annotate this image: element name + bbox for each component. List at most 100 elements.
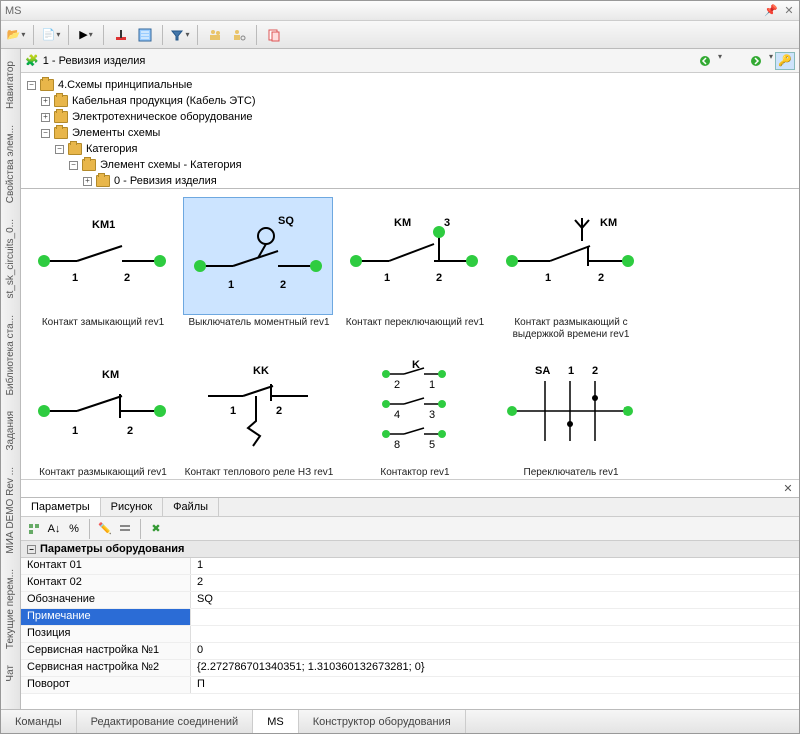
thumbnail[interactable] <box>183 197 333 315</box>
property-row[interactable]: Позиция <box>21 626 799 643</box>
product-icon: 🧩 <box>25 54 39 67</box>
sidebar-tab-vars[interactable]: Текущие перем... <box>3 561 18 657</box>
left-sidebar: Навигатор Свойства элем... st_sk_circuit… <box>1 49 21 709</box>
tree-label: Электротехническое оборудование <box>72 111 253 123</box>
property-grid[interactable]: Контакт 011Контакт 022ОбозначениеSQПриме… <box>21 558 799 709</box>
nav-forward-button[interactable] <box>746 52 766 70</box>
thumbnail[interactable] <box>27 197 177 315</box>
property-tab[interactable]: Параметры <box>21 498 101 516</box>
bottom-tab[interactable]: Редактирование соединений <box>77 710 254 733</box>
property-value[interactable]: SQ <box>191 592 799 608</box>
prop-edit-button[interactable]: ✏️ <box>96 520 114 538</box>
expand-icon[interactable]: − <box>41 129 50 138</box>
property-value[interactable] <box>191 609 799 625</box>
play-button[interactable]: ▶▾ <box>75 24 97 46</box>
thumbnail[interactable] <box>183 347 333 465</box>
property-tab[interactable]: Файлы <box>163 498 219 516</box>
prop-grid-button[interactable] <box>116 520 134 538</box>
sidebar-tab-library[interactable]: Библиотека ста... <box>3 307 18 404</box>
expand-icon[interactable]: − <box>69 161 78 170</box>
new-doc-button[interactable]: 📄▾ <box>40 24 62 46</box>
property-row[interactable]: Сервисная настройка №2{2.272786701340351… <box>21 660 799 677</box>
gallery-item[interactable]: Контактор rev1 <box>339 347 491 479</box>
property-row[interactable]: ОбозначениеSQ <box>21 592 799 609</box>
prop-percent-button[interactable]: % <box>65 520 83 538</box>
property-key: Поворот <box>21 677 191 693</box>
tree-view[interactable]: −4.Схемы принципиальные+Кабельная продук… <box>21 73 799 189</box>
sidebar-tab-chat[interactable]: Чат <box>3 657 18 690</box>
property-row[interactable]: Контакт 011 <box>21 558 799 575</box>
nav-back-button[interactable] <box>695 52 715 70</box>
gallery-item[interactable]: Контакт переключающий rev1 <box>339 197 491 341</box>
nav-folder-button[interactable] <box>724 52 744 70</box>
sidebar-tab-navigator[interactable]: Навигатор <box>3 53 18 117</box>
sidebar-tab-mia[interactable]: МИА DEMO Rev ... <box>3 459 18 562</box>
close-panel-icon[interactable]: ✕ <box>781 482 795 496</box>
sidebar-tab-properties[interactable]: Свойства элем... <box>3 117 18 211</box>
tree-node[interactable]: + Электротехническое оборудование <box>41 109 793 125</box>
thumbnail[interactable] <box>495 347 645 465</box>
tree-node[interactable]: −4.Схемы принципиальные <box>27 77 793 93</box>
marker-button[interactable] <box>110 24 132 46</box>
property-row[interactable]: ПоворотП <box>21 677 799 694</box>
tree-node[interactable]: −Элементы схемы <box>41 125 793 141</box>
property-group-header[interactable]: − Параметры оборудования <box>21 541 799 558</box>
tree-node[interactable]: −Элемент схемы - Категория <box>69 157 793 173</box>
thumbnail[interactable] <box>339 197 489 315</box>
property-row[interactable]: Примечание <box>21 609 799 626</box>
property-value[interactable]: П <box>191 677 799 693</box>
chevron-down-icon[interactable]: ▾ <box>718 52 722 70</box>
gallery-item[interactable]: Выключатель моментный rev1 <box>183 197 335 341</box>
list-button[interactable] <box>134 24 156 46</box>
property-key: Контакт 02 <box>21 575 191 591</box>
tree-label: 0 - Ревизия изделия <box>114 175 217 187</box>
user-key-button[interactable] <box>228 24 250 46</box>
prop-cat-button[interactable] <box>25 520 43 538</box>
thumbnail-caption: Контакт замыкающий rev1 <box>27 317 179 329</box>
prop-clear-button[interactable]: ✖ <box>147 520 165 538</box>
key-button[interactable]: 🔑 <box>775 52 795 70</box>
expand-icon[interactable]: − <box>55 145 64 154</box>
gallery-item[interactable]: Контакт теплового реле НЗ rev1 <box>183 347 335 479</box>
sidebar-tab-circuits[interactable]: st_sk_circuits_0... <box>3 211 18 306</box>
tree-node[interactable]: −Категория <box>55 141 793 157</box>
window-title: MS <box>5 5 22 17</box>
open-button[interactable]: 📂▾ <box>5 24 27 46</box>
gallery-footer: ✕ <box>21 479 799 497</box>
expand-icon[interactable]: − <box>27 81 36 90</box>
property-value[interactable] <box>191 626 799 642</box>
main-toolbar: 📂▾ 📄▾ ▶▾ ▾ <box>1 21 799 49</box>
property-row[interactable]: Контакт 022 <box>21 575 799 592</box>
copy-button[interactable] <box>263 24 285 46</box>
thumbnail[interactable] <box>339 347 489 465</box>
bottom-tab[interactable]: MS <box>253 710 299 733</box>
bottom-tab[interactable]: Конструктор оборудования <box>299 710 466 733</box>
property-value[interactable]: {2.272786701340351; 1.310360132673281; 0… <box>191 660 799 676</box>
filter-button[interactable]: ▾ <box>169 24 191 46</box>
property-value[interactable]: 1 <box>191 558 799 574</box>
tree-node[interactable]: +0 - Ревизия изделия <box>83 173 793 189</box>
folder-icon <box>82 159 96 171</box>
bottom-tab[interactable]: Команды <box>1 710 77 733</box>
gallery-item[interactable]: Переключатель rev1 <box>495 347 647 479</box>
prop-sort-button[interactable]: A↓ <box>45 520 63 538</box>
thumbnail[interactable] <box>495 197 645 315</box>
property-toolbar: A↓ % ✏️ ✖ <box>21 517 799 541</box>
gallery-item[interactable]: Контакт замыкающий rev1 <box>27 197 179 341</box>
sidebar-tab-tasks[interactable]: Задания <box>3 403 18 459</box>
gallery-item[interactable]: Контакт размыкающий с выдержкой времени … <box>495 197 647 341</box>
chevron-down-icon[interactable]: ▾ <box>769 52 773 70</box>
gallery-item[interactable]: Контакт размыкающий rev1 <box>27 347 179 479</box>
tree-node[interactable]: +Кабельная продукция (Кабель ЭТС) <box>41 93 793 109</box>
expand-icon[interactable]: + <box>41 97 50 106</box>
property-value[interactable]: 2 <box>191 575 799 591</box>
pin-icon[interactable]: 📌 <box>765 5 777 17</box>
property-value[interactable]: 0 <box>191 643 799 659</box>
property-tab[interactable]: Рисунок <box>101 498 164 516</box>
close-icon[interactable]: ✕ <box>783 5 795 17</box>
property-row[interactable]: Сервисная настройка №10 <box>21 643 799 660</box>
expand-icon[interactable]: + <box>41 113 50 122</box>
users-button[interactable] <box>204 24 226 46</box>
expand-icon[interactable]: + <box>83 177 92 186</box>
thumbnail[interactable] <box>27 347 177 465</box>
